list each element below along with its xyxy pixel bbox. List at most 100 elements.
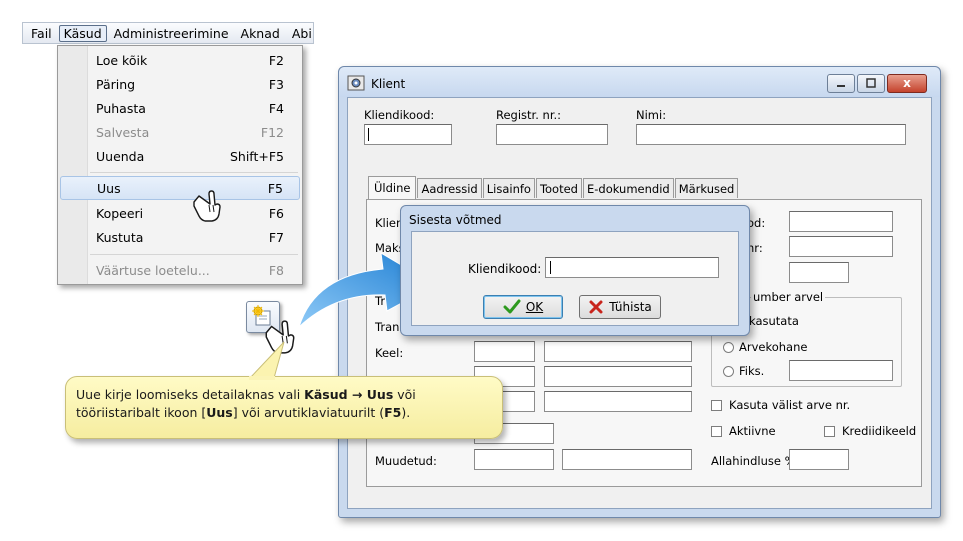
menu-item-shortcut: F12 (260, 124, 284, 140)
menu-item-shortcut: F7 (268, 229, 284, 245)
menu-separator (90, 172, 298, 173)
callout-bold: F5 (384, 405, 402, 420)
keel-name-input[interactable] (544, 341, 692, 362)
tab-uldine[interactable]: Üldine (368, 176, 417, 199)
kliendikood-input[interactable] (364, 124, 452, 145)
menu-item-shortcut: Shift+F5 (229, 148, 284, 164)
close-button[interactable]: x (887, 74, 927, 93)
callout-arrow: → (347, 387, 367, 402)
muudetud-user-input[interactable] (562, 449, 692, 470)
radio-label: Arvekohane (739, 340, 808, 354)
menu-bar: Fail Käsud Administreerimine Aknad Abi (22, 22, 314, 44)
tab-aadressid[interactable]: Aadressid (417, 178, 482, 198)
dialog-kliendikood-input[interactable] (545, 257, 719, 278)
fiks-input[interactable] (789, 360, 893, 381)
krediidikeeld-checkbox[interactable] (824, 426, 835, 437)
arvekohane-radio[interactable] (723, 342, 734, 353)
muudetud-input[interactable] (474, 449, 554, 470)
radio-label: Fiks. (739, 364, 765, 378)
tab-tooted[interactable]: Tooted (535, 178, 582, 198)
ok-button[interactable]: OK (483, 295, 563, 319)
field-input[interactable] (789, 262, 849, 283)
checkmark-icon (503, 299, 521, 314)
menu-item-shortcut: F8 (268, 262, 284, 278)
menu-separator (90, 254, 298, 255)
menu-item-label: Puhasta (96, 100, 146, 116)
allahindlus-input[interactable] (789, 449, 849, 470)
field-input[interactable] (789, 236, 893, 257)
field-input[interactable] (544, 391, 692, 412)
nimi-input[interactable] (636, 124, 906, 145)
sisesta-votmed-dialog: Sisesta võtmed Kliendikood: OK Tühista (400, 205, 750, 336)
kasuta-valist-checkbox[interactable] (711, 400, 722, 411)
allahindlus-label: Allahindluse %: (711, 454, 800, 468)
menu-item-label: Salvesta (96, 124, 150, 140)
menu-item-label: Päring (96, 76, 136, 92)
tab-lisainfo[interactable]: Lisainfo (482, 178, 535, 198)
menu-item-label: Kustuta (96, 229, 144, 245)
tuhista-button[interactable]: Tühista (579, 295, 661, 319)
fiks-radio[interactable] (723, 366, 734, 377)
dialog-kliendikood-label: Kliendikood: (468, 262, 542, 276)
menu-item-label: Uus (97, 180, 121, 196)
menu-item-loe-koik[interactable]: Loe kõik F2 (60, 48, 300, 72)
callout-text: ] või arvutiklaviatuurilt ( (232, 405, 385, 420)
maximize-icon (866, 78, 876, 88)
kliendikood-label: Kliendikood: (364, 108, 435, 122)
aktiivne-checkbox[interactable] (711, 426, 722, 437)
menu-aknad[interactable]: Aknad (236, 25, 285, 42)
checkbox-label: Aktiivne (729, 424, 776, 438)
minimize-icon (837, 85, 845, 87)
menu-item-shortcut: F3 (268, 76, 284, 92)
menu-fail[interactable]: Fail (26, 25, 57, 42)
keel-input[interactable] (474, 341, 535, 362)
menu-item-shortcut: F6 (268, 205, 284, 221)
menu-item-label: Väärtuse loetelu... (96, 262, 210, 278)
menu-item-uus[interactable]: Uus F5 (60, 176, 300, 200)
callout-bold: Uus (366, 387, 394, 402)
menu-administreerimine[interactable]: Administreerimine (109, 25, 234, 42)
menu-item-kopeeri[interactable]: Kopeeri F6 (60, 201, 300, 225)
field-input[interactable] (544, 366, 692, 387)
callout-text: ). (401, 405, 411, 420)
text-caret (550, 261, 551, 274)
menu-item-label: Kopeeri (96, 205, 144, 221)
tab-e-dokumendid[interactable]: E-dokumendid (582, 178, 674, 198)
keel-label: Keel: (375, 346, 404, 360)
tab-markused[interactable]: Märkused (674, 178, 739, 198)
window-title: Klient (371, 77, 406, 91)
menu-item-puhasta[interactable]: Puhasta F4 (60, 96, 300, 120)
muudetud-label: Muudetud: (375, 454, 437, 468)
dialog-title: Sisesta võtmed (409, 213, 502, 227)
kasud-dropdown-menu: Loe kõik F2 Päring F3 Puhasta F4 Salvest… (57, 45, 303, 285)
field-input[interactable] (789, 211, 893, 232)
ok-label: OK (525, 300, 544, 314)
cancel-x-icon (589, 300, 603, 314)
menu-item-kustuta[interactable]: Kustuta F7 (60, 225, 300, 249)
minimize-button[interactable] (827, 74, 855, 93)
menu-item-paring[interactable]: Päring F3 (60, 72, 300, 96)
registr-label: Registr. nr.: (496, 108, 562, 122)
window-titlebar[interactable]: Klient x (339, 67, 940, 97)
menu-item-shortcut: F2 (268, 52, 284, 68)
callout-text: Uue kirje loomiseks detailaknas vali (76, 387, 305, 402)
menu-item-label: Loe kõik (96, 52, 148, 68)
group-title: umber arvel (751, 290, 826, 304)
hand-cursor-icon (193, 190, 221, 222)
dialog-client-area: Kliendikood: OK Tühista (411, 231, 739, 326)
callout-bold: Uus (206, 405, 233, 420)
radio-label: kasutata (749, 314, 799, 328)
menu-item-uuenda[interactable]: Uuenda Shift+F5 (60, 144, 300, 168)
instruction-callout: Uue kirje loomiseks detailaknas vali Käs… (65, 376, 503, 439)
menu-abi[interactable]: Abi (287, 25, 317, 42)
callout-tail (248, 341, 285, 380)
registr-input[interactable] (496, 124, 608, 145)
tuhista-label: Tühista (609, 300, 652, 314)
menu-kasud[interactable]: Käsud (58, 24, 107, 42)
checkbox-label: Krediidikeeld (842, 424, 917, 438)
menu-item-shortcut: F5 (267, 180, 283, 196)
menu-item-vaartuse-loetelu: Väärtuse loetelu... F8 (60, 258, 300, 282)
maximize-button[interactable] (857, 74, 885, 93)
text-caret (368, 128, 369, 141)
app-icon (347, 75, 365, 91)
